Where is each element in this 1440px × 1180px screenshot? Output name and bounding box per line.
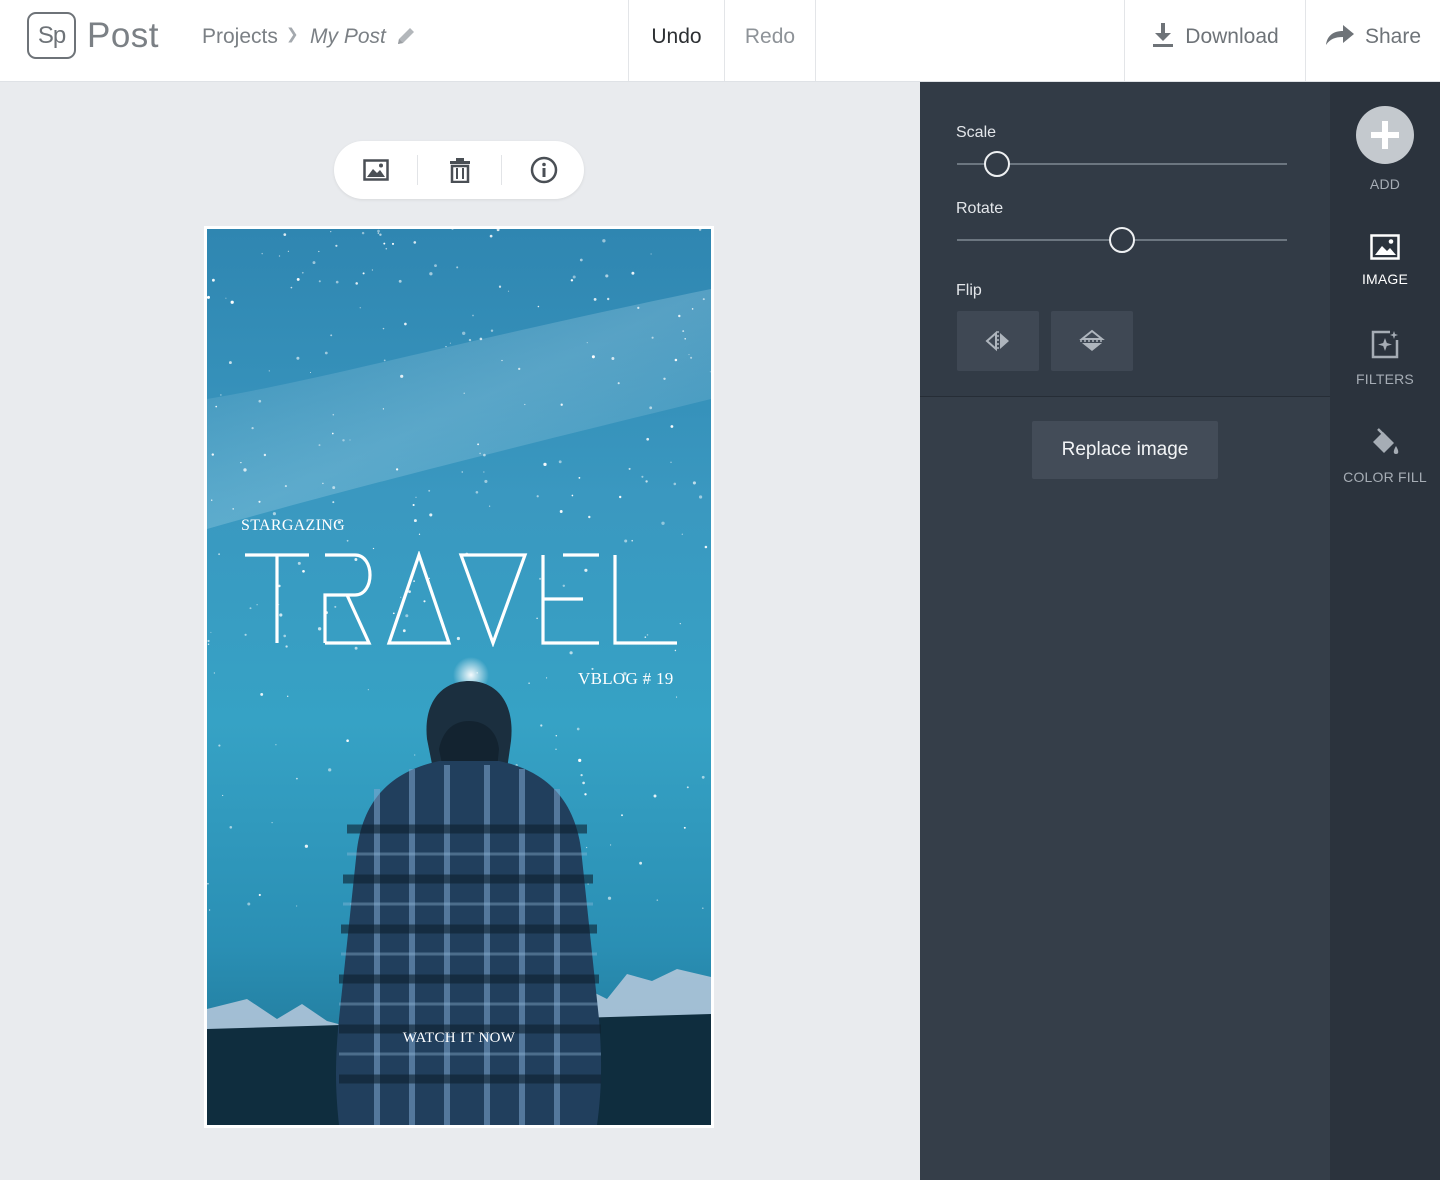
post-title-text[interactable] (243, 551, 679, 647)
paint-bucket-icon (1373, 428, 1399, 454)
redo-button[interactable]: Redo (724, 0, 816, 81)
rail-color-fill-label: COLOR FILL (1343, 469, 1427, 485)
flip-horizontal-icon (985, 330, 1009, 352)
breadcrumb-current: My Post (310, 25, 386, 48)
post-kicker-text[interactable]: STARGAZING (241, 517, 345, 535)
rail-color-fill[interactable]: COLOR FILL (1330, 428, 1440, 485)
scale-label: Scale (956, 124, 997, 141)
flip-vertical-button[interactable] (1051, 311, 1133, 371)
post-design[interactable]: STARGAZING VBLOG # 19 WATCH IT NOW (207, 229, 711, 1125)
post-canvas[interactable]: STARGAZING VBLOG # 19 WATCH IT NOW (204, 226, 714, 1128)
rail-image[interactable]: IMAGE (1330, 234, 1440, 287)
delete-tool[interactable] (418, 141, 501, 199)
info-tool[interactable] (502, 141, 585, 199)
breadcrumb-chevron-icon: ❯ (286, 26, 299, 43)
rotate-slider-thumb[interactable] (1109, 227, 1135, 253)
scale-slider-thumb[interactable] (983, 151, 1010, 177)
rail-filters-label: FILTERS (1356, 371, 1414, 387)
share-button[interactable]: Share (1305, 0, 1440, 81)
edit-name-pencil-icon[interactable] (394, 24, 418, 48)
plus-icon (1371, 121, 1399, 149)
panel-lower-section: Replace image (920, 396, 1330, 1180)
replace-image-tool[interactable] (334, 141, 417, 199)
rail-add[interactable]: ADD (1330, 106, 1440, 192)
image-properties-panel: Scale Rotate Flip Replace image (920, 82, 1330, 1180)
filters-icon (1371, 330, 1399, 359)
replace-image-button[interactable]: Replace image (1032, 421, 1218, 479)
download-button[interactable]: Download (1124, 0, 1305, 81)
person-silhouette (336, 681, 602, 1125)
post-subtitle-text[interactable]: VBLOG # 19 (578, 669, 674, 689)
share-label: Share (1364, 25, 1422, 48)
rail-filters[interactable]: FILTERS (1330, 330, 1440, 387)
undo-button[interactable]: Undo (628, 0, 724, 81)
top-bar: Sp Post Projects ❯ My Post Undo Redo Dow… (0, 0, 1440, 82)
trash-icon (449, 158, 470, 183)
tool-rail: ADD IMAGE FILTERS COLOR FILL (1330, 82, 1440, 1180)
image-icon (1370, 234, 1400, 260)
post-cta-text[interactable]: WATCH IT NOW (207, 1030, 711, 1047)
share-arrow-icon (1325, 25, 1354, 46)
flip-horizontal-button[interactable] (957, 311, 1039, 371)
rail-add-label: ADD (1369, 176, 1401, 192)
rotate-label: Rotate (956, 200, 1004, 217)
breadcrumb-projects[interactable]: Projects (202, 25, 278, 49)
image-icon (362, 159, 389, 181)
flip-vertical-icon (1079, 329, 1105, 351)
element-toolbar (334, 141, 584, 199)
add-button[interactable] (1356, 106, 1414, 164)
flip-label: Flip (956, 282, 982, 299)
rail-image-label: IMAGE (1361, 271, 1409, 287)
app-name: Post (87, 16, 160, 55)
download-icon (1153, 23, 1174, 48)
info-icon (530, 156, 557, 184)
download-label: Download (1185, 25, 1279, 48)
app-logo[interactable]: Sp (27, 12, 76, 59)
